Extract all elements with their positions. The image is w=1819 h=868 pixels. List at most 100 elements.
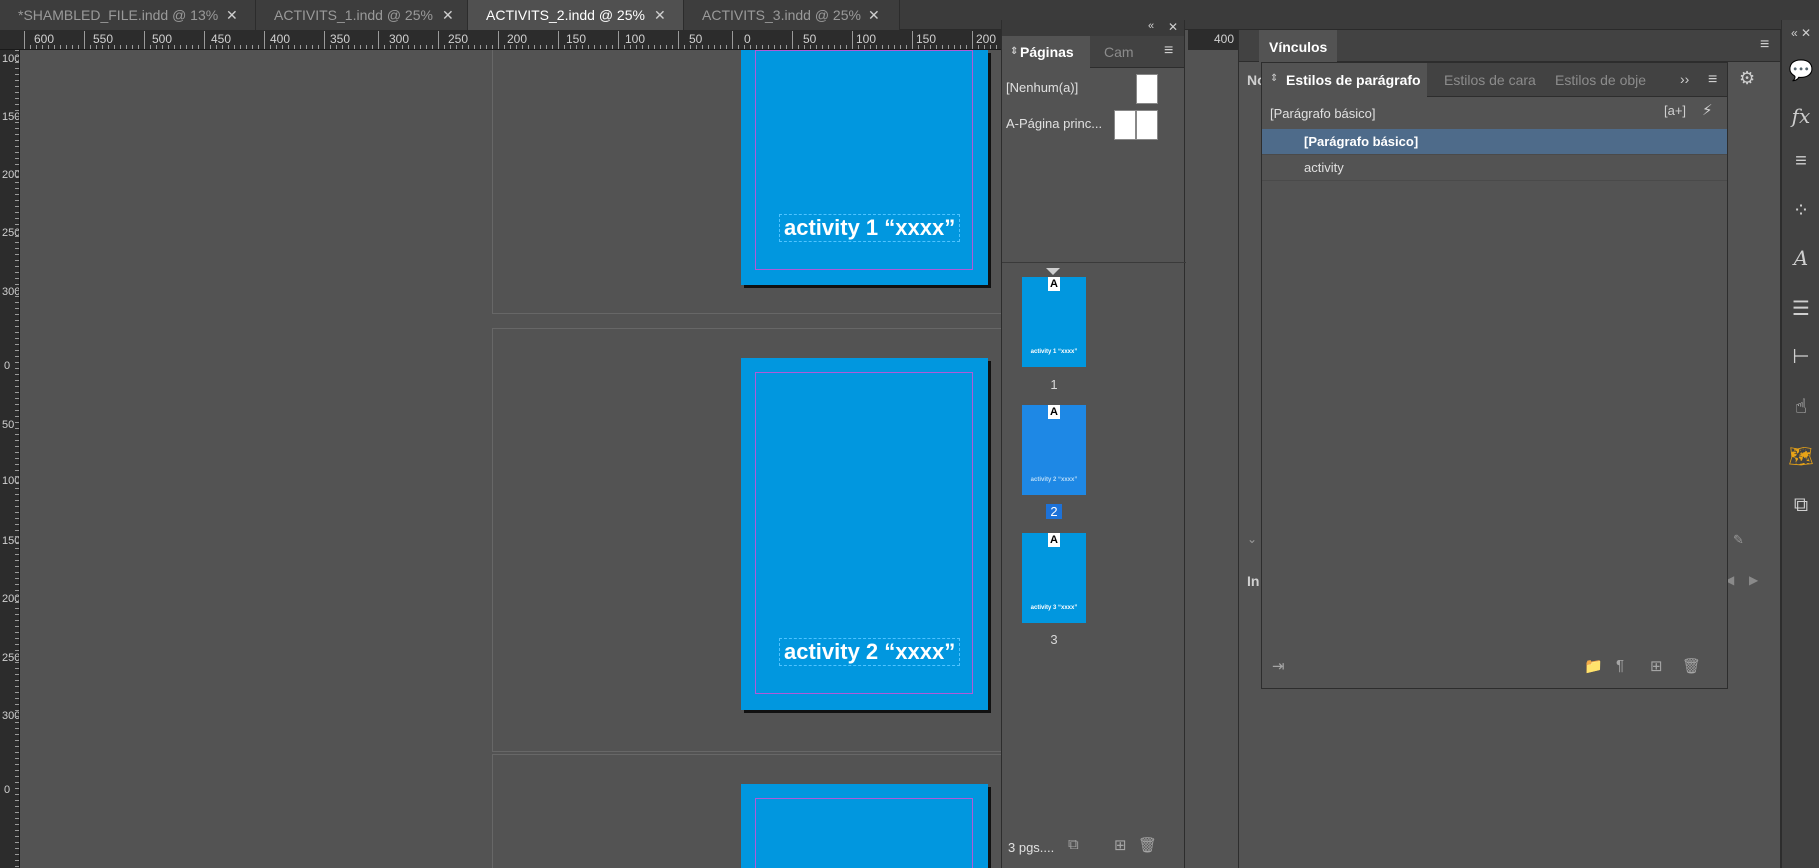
effects-fx-icon[interactable]: fx: [1782, 104, 1819, 128]
page-3[interactable]: [741, 784, 988, 868]
delete-page-icon[interactable]: 🗑: [1138, 836, 1157, 854]
align-icon[interactable]: ⊢: [1782, 344, 1819, 369]
page-thumb-1[interactable]: A activity 1 “xxxx”: [1022, 277, 1086, 367]
ruler-mark: [318, 45, 319, 49]
page-text-frame[interactable]: activity 1 “xxxx”: [779, 214, 961, 242]
stroke-icon[interactable]: ≡: [1782, 150, 1819, 173]
ruler-mark: [90, 45, 91, 49]
ruler-tick: 0: [3, 784, 11, 796]
ruler-tick: 300: [389, 32, 410, 46]
tab-label: ACTIVITS_2.indd @ 25%: [486, 7, 645, 23]
ruler-mark: [15, 110, 19, 111]
lightning-icon[interactable]: ⚡: [1702, 101, 1713, 119]
ruler-mark: [15, 296, 19, 297]
close-icon[interactable]: ✕: [868, 0, 880, 30]
master-a-thumb-left[interactable]: [1114, 110, 1136, 140]
close-icon[interactable]: ✕: [226, 0, 238, 30]
new-style-button-icon[interactable]: ⊞: [1650, 657, 1663, 675]
tab-activits-2[interactable]: ACTIVITS_2.indd @ 25% ✕: [468, 0, 684, 30]
new-page-icon[interactable]: ⊞: [1114, 836, 1127, 854]
panel-menu-icon[interactable]: ≡: [1708, 71, 1717, 89]
ruler-mark: [810, 45, 811, 49]
tab-activits-1[interactable]: ACTIVITS_1.indd @ 25% ✕: [256, 0, 468, 30]
panel-menu-icon[interactable]: ≡: [1164, 42, 1173, 60]
vertical-ruler[interactable]: 100 150 200 250 300 0 50 100 150 200 250…: [0, 50, 20, 868]
book-map-icon[interactable]: 🗺: [1782, 444, 1819, 469]
style-row-basic[interactable]: [Parágrafo básico]: [1262, 129, 1727, 155]
page-2[interactable]: activity 2 “xxxx”: [741, 358, 988, 710]
ruler-mark: [876, 45, 877, 49]
ruler-mark: [906, 45, 907, 49]
tab-shambled-file[interactable]: *SHAMBLED_FILE.indd @ 13% ✕: [0, 0, 256, 30]
clear-overrides-icon[interactable]: ¶: [1616, 657, 1624, 674]
expand-tabs-icon[interactable]: ››: [1680, 71, 1689, 87]
ruler-mark: [438, 31, 439, 49]
close-icon[interactable]: ✕: [654, 0, 666, 30]
tab-character-styles[interactable]: Estilos de cara: [1444, 63, 1536, 97]
page-thumb-3[interactable]: A activity 3 “xxxx”: [1022, 533, 1086, 623]
master-none-thumb[interactable]: [1136, 74, 1158, 104]
page-1[interactable]: activity 1 “xxxx”: [741, 50, 988, 285]
character-icon[interactable]: A: [1782, 246, 1819, 270]
ruler-mark: [276, 45, 277, 49]
tab-paginas[interactable]: ⇕ Páginas: [1002, 36, 1090, 68]
page-thumb-2[interactable]: A activity 2 “xxxx”: [1022, 405, 1086, 495]
folder-icon[interactable]: 📁: [1584, 657, 1603, 675]
ruler-mark: [15, 680, 19, 681]
ruler-mark: [15, 428, 19, 429]
new-style-icon[interactable]: [a+]: [1664, 103, 1686, 118]
ruler-tick: 500: [152, 32, 173, 46]
ruler-mark: [15, 518, 19, 519]
page-text-frame[interactable]: activity 2 “xxxx”: [779, 638, 961, 666]
tab-cam[interactable]: Cam: [1104, 36, 1144, 68]
horizontal-ruler-right[interactable]: 400: [1188, 30, 1240, 50]
close-icon[interactable]: ✕: [442, 0, 454, 30]
comment-icon[interactable]: 💬: [1782, 58, 1819, 83]
next-icon[interactable]: ▶: [1749, 573, 1758, 587]
ruler-mark: [468, 45, 469, 49]
ruler-mark: [15, 788, 19, 789]
load-styles-icon[interactable]: ⇥: [1272, 657, 1285, 675]
link-icon[interactable]: ⚙: [1739, 68, 1755, 89]
ruler-mark: [384, 45, 385, 49]
page-number-selected: 2: [1022, 504, 1086, 519]
ruler-mark: [15, 380, 19, 381]
tab-paragraph-styles[interactable]: Estilos de parágrafo: [1262, 63, 1427, 97]
tab-vinculos[interactable]: Vínculos: [1259, 30, 1338, 62]
delete-style-icon[interactable]: 🗑: [1682, 657, 1701, 675]
ruler-mark: [15, 530, 19, 531]
master-a-thumb-right[interactable]: [1136, 110, 1158, 140]
ruler-mark: [42, 45, 43, 49]
collapse-icon[interactable]: « ✕: [1782, 26, 1819, 40]
tab-object-styles[interactable]: Estilos de obje: [1555, 63, 1646, 97]
chevron-down-icon[interactable]: ⌄: [1247, 532, 1257, 546]
swatches-icon[interactable]: ⁘: [1782, 198, 1819, 223]
ruler-tick: 150: [566, 32, 587, 46]
style-row-activity[interactable]: activity: [1262, 155, 1727, 181]
edit-page-size-icon[interactable]: ⧉: [1068, 836, 1079, 853]
ruler-mark: [972, 31, 973, 49]
panel-menu-icon[interactable]: ≡: [1760, 36, 1769, 54]
ruler-mark: [528, 45, 529, 49]
close-icon[interactable]: ✕: [1168, 20, 1178, 34]
interactive-icon[interactable]: ☝: [1782, 394, 1819, 419]
layers-icon[interactable]: ⧉: [1782, 494, 1819, 517]
tab-activits-3[interactable]: ACTIVITS_3.indd @ 25% ✕: [684, 0, 900, 30]
ruler-mark: [15, 638, 19, 639]
ruler-mark: [15, 446, 19, 447]
ruler-mark: [15, 512, 19, 513]
ruler-mark: [15, 116, 19, 117]
ruler-mark: [15, 770, 19, 771]
master-none-label[interactable]: [Nenhum(a)]: [1006, 80, 1078, 95]
page-number: 3: [1050, 632, 1058, 647]
pencil-icon[interactable]: ✎: [1733, 532, 1744, 548]
divider: [1002, 262, 1186, 263]
ruler-tick: 200: [2, 169, 20, 181]
horizontal-ruler[interactable]: 600 550 500 450 400 350 300 250 200 150 …: [0, 30, 1001, 50]
master-a-label[interactable]: A-Página princ...: [1006, 116, 1102, 131]
document-canvas[interactable]: activity 1 “xxxx” activity 2 “xxxx”: [21, 50, 1001, 868]
ruler-mark: [15, 68, 19, 69]
collapse-icon[interactable]: «: [1148, 20, 1154, 32]
ruler-mark: [942, 45, 943, 49]
paragraph-icon[interactable]: ☰: [1782, 296, 1819, 321]
